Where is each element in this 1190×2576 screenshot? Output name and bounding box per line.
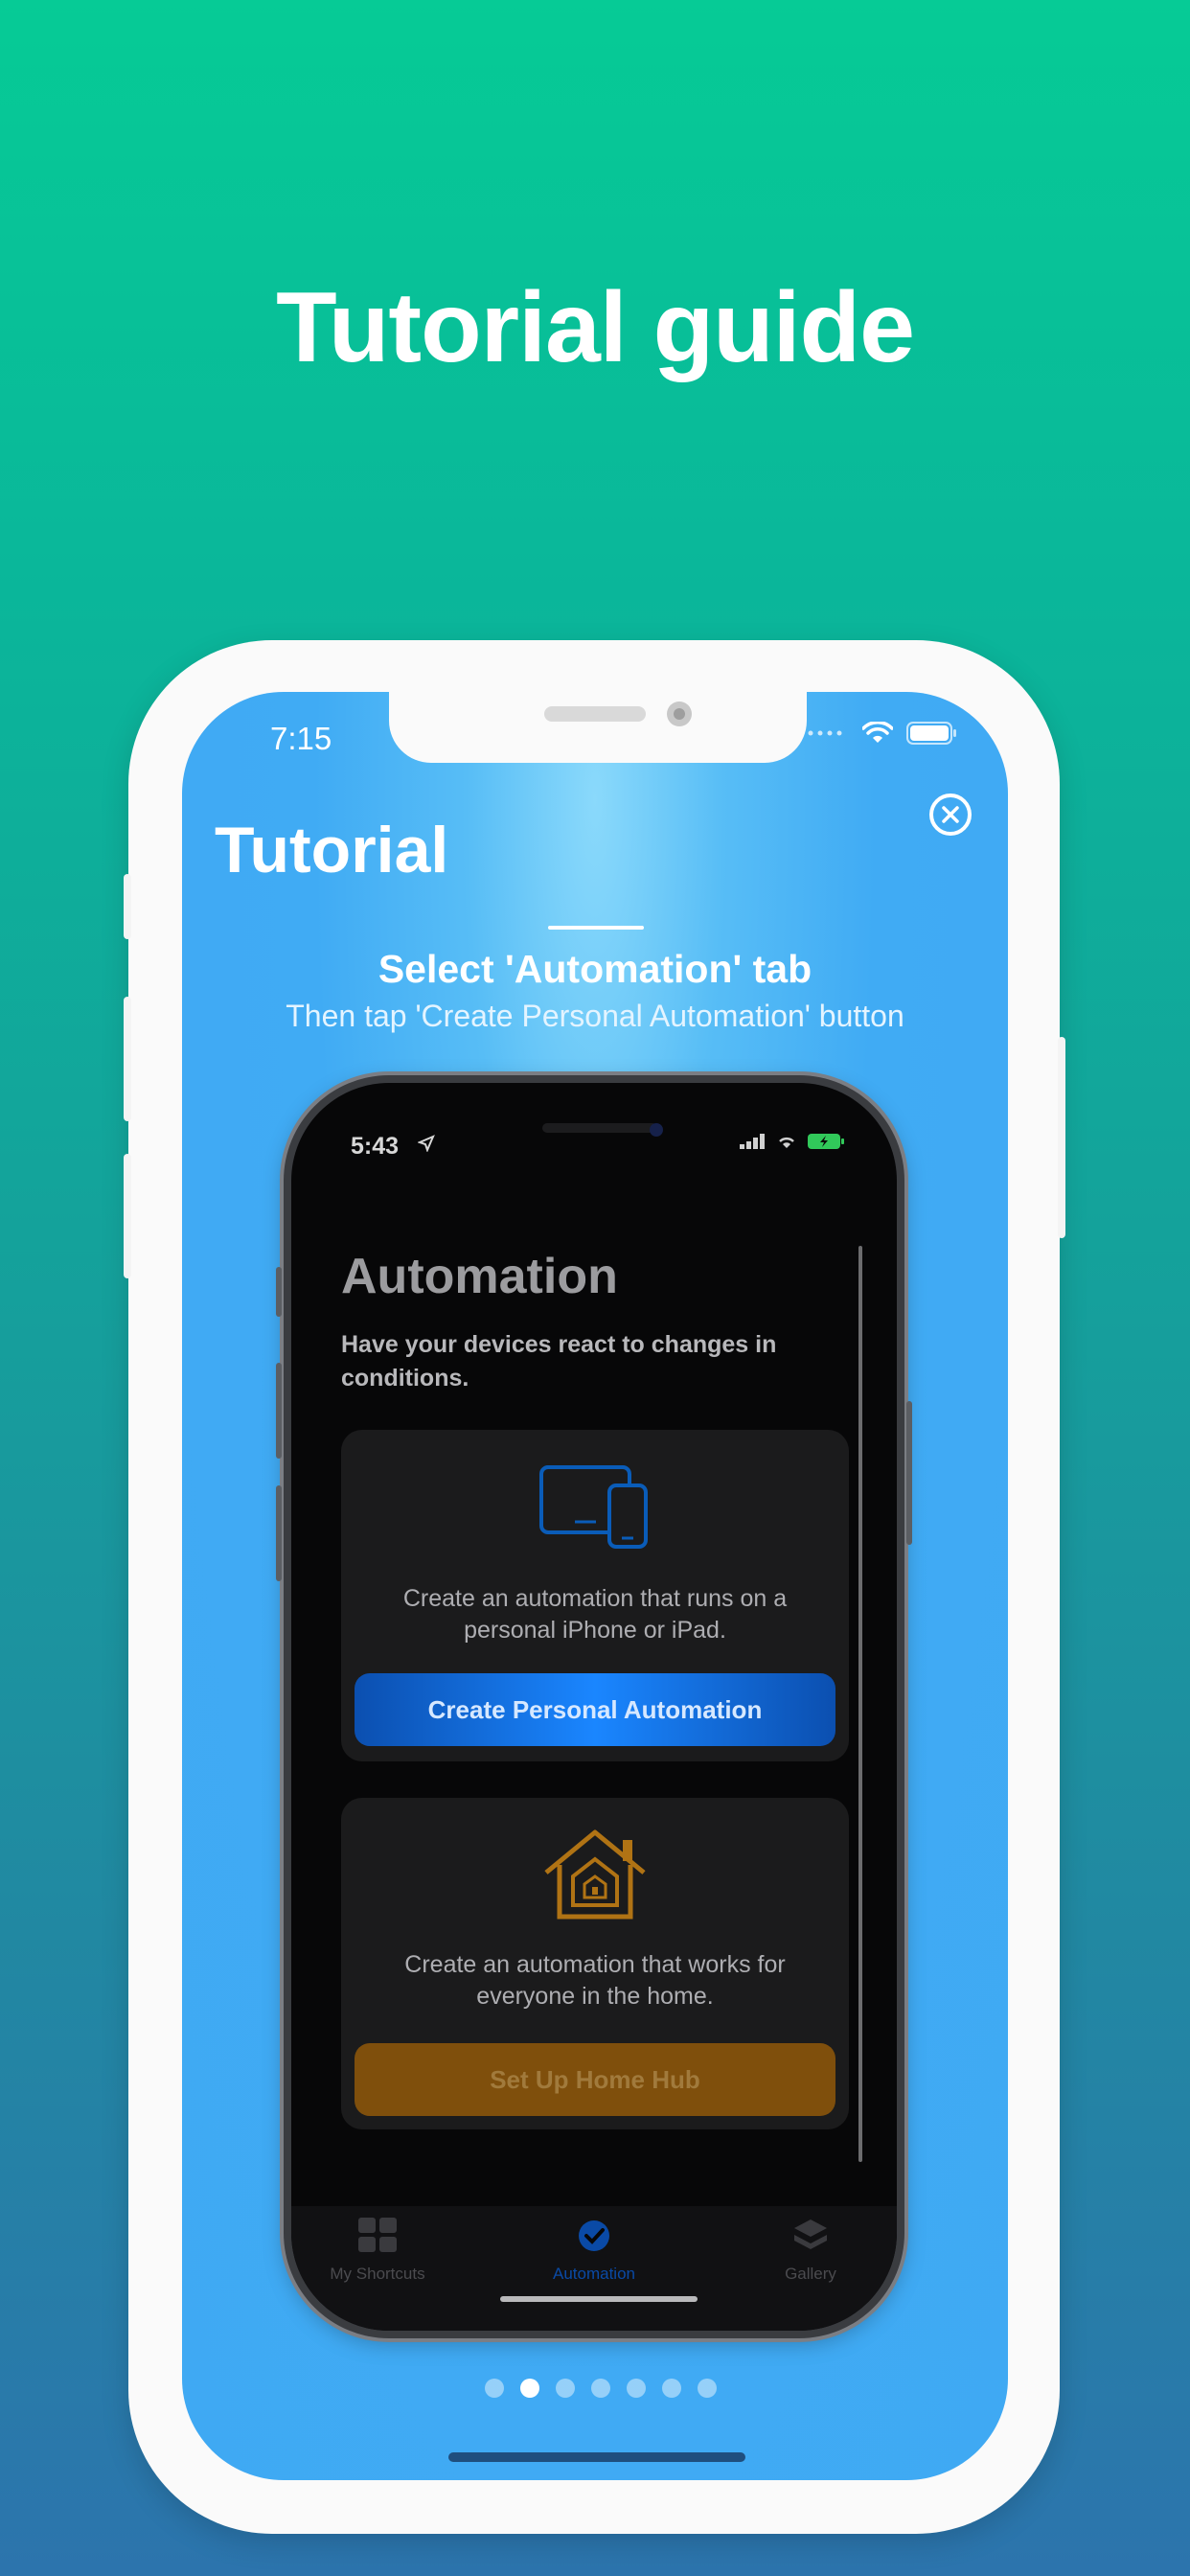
mockup-camera xyxy=(650,1123,663,1137)
home-indicator xyxy=(448,2452,745,2462)
speaker-grille xyxy=(544,706,646,722)
device-screen: 7:15 Tutorial Select 'Automation' tab Th… xyxy=(182,692,1008,2480)
mockup-side-button xyxy=(276,1267,282,1317)
mockup-home-indicator xyxy=(500,2296,698,2302)
step-title: Select 'Automation' tab xyxy=(378,947,812,991)
tab-gallery[interactable]: Gallery xyxy=(724,2218,897,2284)
page-dot[interactable] xyxy=(662,2379,681,2398)
set-up-home-hub-label: Set Up Home Hub xyxy=(490,2064,700,2094)
volume-up-button xyxy=(124,997,131,1121)
tab-label-automation: Automation xyxy=(553,2265,635,2283)
home-card-text: Create an automation that works for ever… xyxy=(404,1951,786,2010)
close-icon xyxy=(942,806,959,823)
home-icon xyxy=(544,1829,646,1920)
tab-label-my-shortcuts: My Shortcuts xyxy=(330,2265,425,2283)
charging-battery-icon xyxy=(808,1134,844,1149)
set-up-home-hub-button[interactable]: Set Up Home Hub xyxy=(355,2043,835,2116)
mockup-heading: Automation xyxy=(341,1249,618,1304)
location-arrow-icon xyxy=(418,1135,435,1152)
divider xyxy=(548,926,644,930)
status-time: 7:15 xyxy=(270,721,332,756)
phone-mockup: 5:43 Automation Have your devices react … xyxy=(276,1075,912,2338)
tutorial-title: Tutorial xyxy=(215,814,449,886)
power-button xyxy=(1058,1037,1065,1238)
battery-icon xyxy=(906,722,956,745)
mockup-status-icons xyxy=(740,1133,845,1150)
volume-down-button xyxy=(124,1154,131,1278)
page-dot[interactable] xyxy=(485,2379,504,2398)
signal-icon xyxy=(808,730,842,736)
wifi-icon xyxy=(862,722,893,743)
mockup-scroll-indicator xyxy=(858,1246,862,2162)
mockup-screen: 5:43 Automation Have your devices react … xyxy=(291,1083,897,2331)
cellular-icon xyxy=(740,1134,765,1149)
grid-icon xyxy=(358,2218,397,2252)
mockup-side-button xyxy=(906,1401,912,1545)
mockup-side-button xyxy=(276,1363,282,1459)
personal-automation-card: Create an automation that runs on a pers… xyxy=(341,1430,849,1761)
page-dot[interactable] xyxy=(556,2379,575,2398)
ipad-iphone-icon xyxy=(539,1465,648,1549)
create-personal-automation-label: Create Personal Automation xyxy=(427,1694,763,1724)
mockup-side-button xyxy=(276,1485,282,1581)
mockup-tab-bar: My Shortcuts Automation Gallery xyxy=(291,2206,897,2331)
step-subtitle: Then tap 'Create Personal Automation' bu… xyxy=(286,999,904,1033)
notch xyxy=(389,692,807,763)
layers-icon xyxy=(794,2220,827,2249)
front-camera xyxy=(667,702,692,726)
close-button[interactable] xyxy=(929,794,972,836)
page-dot[interactable] xyxy=(627,2379,646,2398)
page-dot-active[interactable] xyxy=(520,2379,539,2398)
tab-my-shortcuts[interactable]: My Shortcuts xyxy=(291,2218,464,2284)
mockup-description: Have your devices react to changes in co… xyxy=(341,1331,777,1392)
tab-automation[interactable]: Automation xyxy=(508,2218,680,2284)
tab-label-gallery: Gallery xyxy=(785,2265,836,2283)
page-dot[interactable] xyxy=(698,2379,717,2398)
dynamic-island xyxy=(542,1123,657,1133)
clock-check-icon xyxy=(579,2220,609,2251)
headline: Tutorial guide xyxy=(276,272,915,383)
home-automation-card: Create an automation that works for ever… xyxy=(341,1798,849,2129)
page-dot[interactable] xyxy=(591,2379,610,2398)
mute-switch xyxy=(124,874,131,939)
page-indicator xyxy=(485,2379,717,2398)
personal-card-text: Create an automation that runs on a pers… xyxy=(402,1585,788,1644)
mockup-wifi-icon xyxy=(779,1137,794,1148)
create-personal-automation-button[interactable]: Create Personal Automation xyxy=(355,1673,835,1746)
mockup-status-time: 5:43 xyxy=(351,1133,400,1160)
status-icons xyxy=(807,721,958,746)
